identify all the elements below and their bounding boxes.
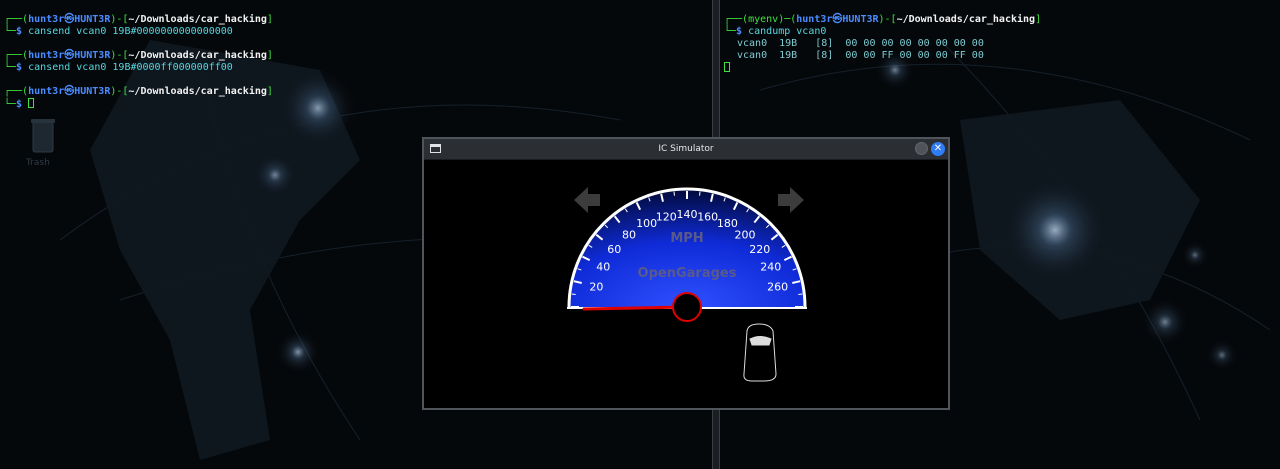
speedometer-gauge: 20406080100120 140 160180200220240260 MPH … (567, 187, 807, 322)
terminal-cursor-line[interactable] (724, 62, 730, 75)
gauge-tick-label: 100 (636, 217, 657, 230)
gauge-tick-label: 20 (589, 280, 603, 293)
gauge-tick-label: 80 (622, 228, 636, 241)
candump-output-line: vcan0 19B [8] 00 00 00 00 00 00 00 00 (737, 38, 984, 49)
prompt-line: ┌──(hunt3r㉿HUNT3R)-[~/Downloads/car_hack… (4, 50, 273, 61)
car-doors-icon (743, 323, 777, 382)
gauge-tick-label: 40 (596, 261, 610, 274)
gauge-tick-label: 240 (760, 261, 781, 274)
close-button[interactable]: ✕ (931, 142, 945, 156)
command-line: └─$ candump vcan0 (724, 26, 827, 37)
ic-simulator-window[interactable]: IC Simulator ✕ 20 40 60 80 100 120 140 160 180 20… (422, 137, 950, 410)
prompt-line: ┌──(myenv)─(hunt3r㉿HUNT3R)-[~/Downloads/… (724, 14, 1042, 25)
window-titlebar[interactable]: IC Simulator ✕ (424, 139, 948, 160)
gauge-tick-label: 220 (749, 243, 770, 256)
speedometer-needle (582, 305, 689, 311)
prompt-line: ┌──(hunt3r㉿HUNT3R)-[~/Downloads/car_hack… (4, 86, 273, 97)
minimize-button[interactable] (915, 142, 928, 155)
gauge-unit-label: MPH (670, 231, 703, 246)
instrument-cluster: 20406080100120 140 160180200220240260 MPH … (567, 187, 807, 382)
gauge-tick-label: 120 (656, 210, 677, 223)
terminal-cursor (724, 62, 730, 72)
gauge-tick-label: 60 (607, 243, 621, 256)
prompt-line: ┌──(hunt3r㉿HUNT3R)-[~/Downloads/car_hack… (4, 14, 273, 25)
gauge-brand-label: OpenGarages (638, 266, 737, 281)
command-line: └─$ cansend vcan0 19B#0000ff000000ff00 (4, 62, 233, 73)
command-line: └─$ cansend vcan0 19B#0000000000000000 (4, 26, 233, 37)
right-turn-signal-icon (778, 187, 804, 213)
gauge-tick-label: 160 (697, 210, 718, 223)
needle-hub (672, 292, 702, 322)
gauge-tick-label: 260 (767, 280, 788, 293)
terminal-cursor (28, 98, 35, 108)
command-line[interactable]: └─$ (4, 98, 35, 111)
window-title: IC Simulator (658, 144, 714, 154)
gauge-tick-label: 140 (677, 208, 698, 221)
candump-output-line: vcan0 19B [8] 00 00 FF 00 00 00 FF 00 (737, 50, 984, 61)
left-turn-signal-icon (574, 187, 600, 213)
gauge-tick-label: 200 (734, 228, 755, 241)
